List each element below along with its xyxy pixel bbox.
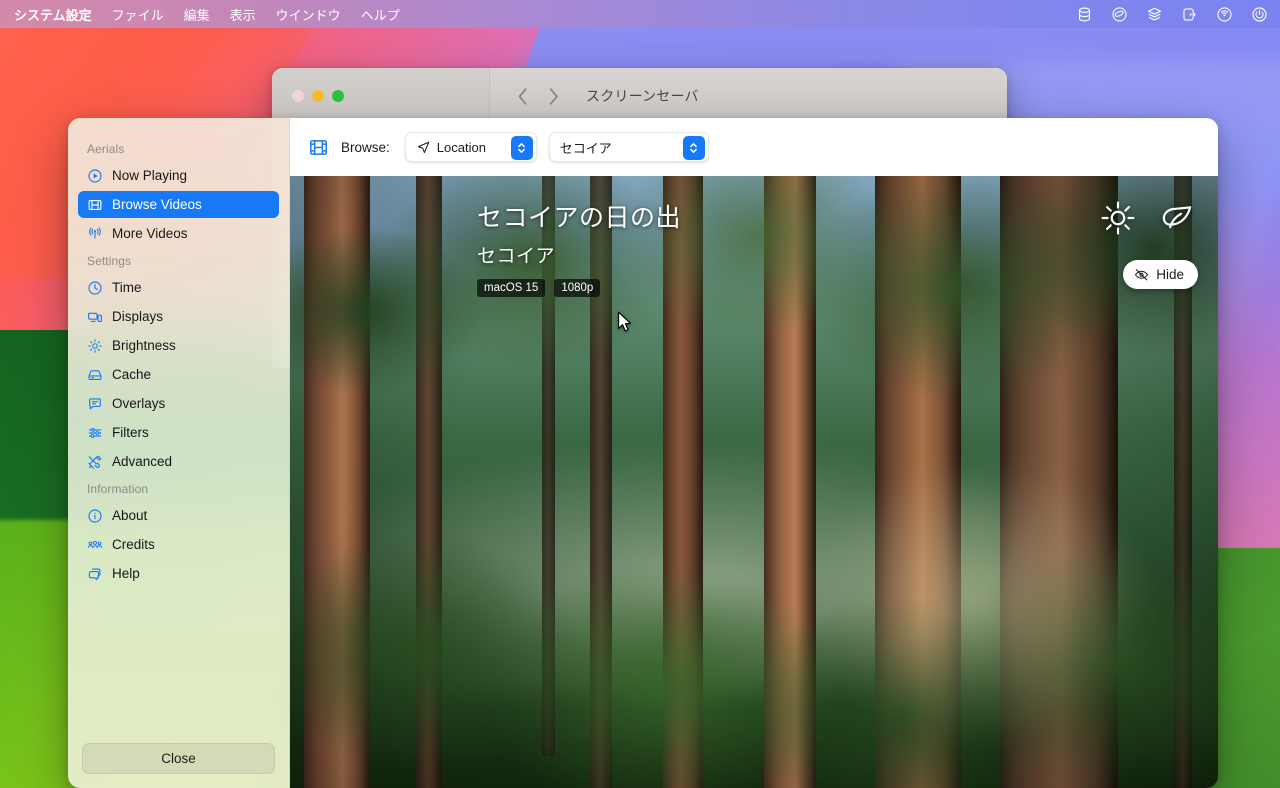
speech-bubble-icon (87, 396, 103, 412)
sidebar-item-now-playing[interactable]: Now Playing (78, 162, 279, 189)
layers-stack-icon[interactable] (1146, 6, 1163, 23)
sidebar-item-label: Credits (112, 537, 155, 552)
battery-icon[interactable] (1181, 6, 1198, 23)
sidebar-item-label: Time (112, 280, 142, 295)
hide-button-label: Hide (1156, 267, 1184, 282)
system-settings-sidebar-header (272, 68, 490, 124)
menu-item-view[interactable]: 表示 (230, 5, 256, 24)
sidebar-item-filters[interactable]: Filters (78, 419, 279, 446)
sidebar-item-overlays[interactable]: Overlays (78, 390, 279, 417)
sidebar-item-label: Brightness (112, 338, 176, 353)
video-sunlight (800, 451, 1161, 752)
menu-bar-items: システム設定 ファイル 編集 表示 ウインドウ ヘルプ (14, 5, 400, 24)
help-bubble-icon (87, 566, 103, 582)
sidebar-group-label-settings: Settings (87, 254, 132, 268)
aerial-main-content: Browse: Location セコイア セコイアの日の出 セコイア macO… (290, 118, 1218, 788)
cache-drive-icon (87, 367, 103, 383)
menu-bar-status-area (1076, 6, 1268, 23)
browse-video-popup[interactable]: セコイア (548, 132, 709, 162)
sidebar-item-time[interactable]: Time (78, 274, 279, 301)
system-settings-navbar: スクリーンセーバ (490, 68, 1007, 124)
sidebar-group-label-information: Information (87, 482, 149, 496)
film-strip-icon (87, 197, 103, 213)
film-strip-icon (308, 137, 329, 158)
video-subtitle: セコイア (477, 246, 556, 267)
browse-video-value: セコイア (559, 140, 612, 156)
window-traffic-lights (292, 90, 344, 102)
sidebar-item-credits[interactable]: Credits (78, 531, 279, 558)
database-icon[interactable] (1076, 6, 1093, 23)
system-settings-titlebar: スクリーンセーバ (272, 68, 1007, 125)
menu-item-edit[interactable]: 編集 (184, 5, 210, 24)
browse-category-value: Location (436, 139, 486, 155)
system-settings-title: スクリーンセーバ (586, 88, 699, 104)
chevron-updown-icon[interactable] (510, 136, 533, 160)
sidebar-item-label: Now Playing (112, 168, 188, 183)
sidebar-item-advanced[interactable]: Advanced (78, 448, 279, 475)
minimize-window-button[interactable] (312, 90, 324, 102)
video-preview[interactable]: セコイアの日の出 セコイア macOS 15 1080p Hide (290, 176, 1218, 788)
sidebar-item-displays[interactable]: Displays (78, 303, 279, 330)
sidebar-item-help[interactable]: Help (78, 560, 279, 587)
video-title: セコイアの日の出 (477, 204, 682, 232)
sidebar-item-brightness[interactable]: Brightness (78, 332, 279, 359)
aerial-sidebar: Aerials Now Playing Browse Videos More V… (68, 118, 290, 788)
sidebar-group-label-aerials: Aerials (87, 142, 125, 156)
menu-item-app-name[interactable]: システム設定 (14, 5, 92, 24)
menu-item-file[interactable]: ファイル (112, 5, 164, 24)
leaf-icon (1156, 198, 1196, 238)
status-badge-os: macOS 15 (477, 279, 546, 297)
sidebar-item-label: Browse Videos (112, 197, 202, 212)
forward-chevron-icon[interactable] (547, 86, 560, 107)
close-button[interactable]: Close (82, 743, 275, 774)
creative-cloud-icon[interactable] (1111, 6, 1128, 23)
sidebar-item-cache[interactable]: Cache (78, 361, 279, 388)
sidebar-item-more-videos[interactable]: More Videos (78, 220, 279, 247)
browse-category-popup[interactable]: Location (404, 132, 537, 162)
control-center-icon[interactable] (1251, 6, 1268, 23)
eye-slash-icon (1134, 267, 1149, 282)
location-arrow-icon (416, 140, 431, 155)
hide-button[interactable]: Hide (1123, 260, 1198, 289)
sidebar-item-label: About (112, 508, 148, 523)
sidebar-item-label: Displays (112, 309, 164, 324)
aerial-settings-panel: Aerials Now Playing Browse Videos More V… (68, 118, 1218, 788)
sliders-icon (87, 425, 103, 441)
sidebar-item-about[interactable]: About (78, 502, 279, 529)
chevron-updown-icon[interactable] (682, 136, 705, 160)
sidebar-item-label: More Videos (112, 226, 188, 241)
displays-icon (87, 309, 103, 325)
menu-item-window[interactable]: ウインドウ (276, 5, 341, 24)
sun-icon (1098, 198, 1138, 238)
maximize-window-button[interactable] (332, 90, 344, 102)
tools-icon (87, 454, 103, 470)
sidebar-item-label: Advanced (112, 454, 173, 469)
video-info-overlay: セコイアの日の出 セコイア macOS 15 1080p (477, 198, 681, 297)
sidebar-item-label: Cache (112, 367, 152, 382)
browse-toolbar: Browse: Location セコイア (290, 118, 1218, 176)
people-icon (87, 537, 103, 553)
browse-label: Browse: (341, 139, 390, 155)
back-chevron-icon[interactable] (516, 86, 529, 107)
clock-icon (87, 280, 103, 296)
broadcast-icon (87, 226, 103, 242)
status-badge-resolution: 1080p (554, 279, 601, 297)
sidebar-item-browse-videos[interactable]: Browse Videos (78, 191, 279, 218)
play-circle-icon (87, 168, 103, 184)
brightness-icon (87, 338, 103, 354)
sidebar-item-label: Help (112, 566, 140, 581)
close-window-button[interactable] (292, 90, 304, 102)
menu-item-help[interactable]: ヘルプ (361, 5, 400, 24)
video-badges: macOS 15 1080p (477, 279, 681, 297)
sidebar-item-label: Overlays (112, 396, 166, 411)
wifi-icon[interactable] (1216, 6, 1233, 23)
menu-bar: システム設定 ファイル 編集 表示 ウインドウ ヘルプ (0, 0, 1280, 28)
sidebar-item-label: Filters (112, 425, 149, 440)
video-attribute-icons (1098, 198, 1196, 238)
info-circle-icon (87, 508, 103, 524)
